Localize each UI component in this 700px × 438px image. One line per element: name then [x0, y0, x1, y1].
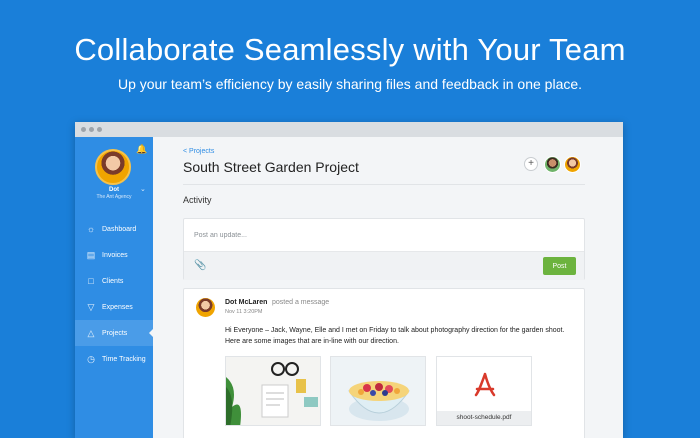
clock-icon: ◷ [87, 353, 95, 364]
sidebar: 🔔 Dot The Ant Agency ⌄ ☼ Dashboard ▤ Inv… [75, 137, 153, 438]
sidebar-item-label: Dashboard [102, 225, 137, 233]
sidebar-item-label: Expenses [102, 303, 133, 311]
avatar[interactable] [564, 156, 581, 173]
sidebar-item-projects[interactable]: △ Projects [75, 320, 153, 346]
sidebar-item-time-tracking[interactable]: ◷ Time Tracking [75, 346, 153, 372]
flask-icon: △ [87, 327, 95, 338]
sidebar-nav: ☼ Dashboard ▤ Invoices □ Clients ▽ Expen… [75, 216, 153, 372]
file-name: shoot-schedule.pdf [437, 411, 531, 425]
post-composer: 📎 Post [183, 218, 585, 280]
window-control-dot[interactable] [81, 127, 86, 132]
sidebar-item-dashboard[interactable]: ☼ Dashboard [75, 216, 153, 242]
post-timestamp: Nov 11 3:20PM [225, 309, 263, 315]
post-action: posted a message [272, 299, 330, 306]
file-attachment[interactable]: shoot-schedule.pdf [436, 356, 532, 426]
expenses-icon: ▽ [87, 301, 95, 312]
sidebar-item-label: Clients [102, 277, 124, 285]
post-author[interactable]: Dot McLaren [225, 299, 267, 306]
activity-post: Dot McLaren posted a message Nov 11 3:20… [183, 288, 585, 438]
fruit-bowl-photo [331, 357, 425, 425]
window-titlebar [75, 122, 623, 137]
image-attachment[interactable] [225, 356, 321, 426]
sidebar-item-invoices[interactable]: ▤ Invoices [75, 242, 153, 268]
paperclip-icon[interactable]: 📎 [194, 260, 206, 271]
sidebar-item-label: Time Tracking [102, 355, 146, 363]
user-avatar[interactable] [95, 149, 131, 185]
post-button[interactable]: Post [543, 257, 576, 275]
sidebar-item-label: Invoices [102, 251, 128, 259]
user-org: The Ant Agency [96, 194, 132, 200]
composer-toolbar: 📎 Post [184, 251, 584, 280]
invoice-icon: ▤ [86, 249, 96, 260]
post-update-input[interactable] [184, 219, 584, 251]
hero-subtitle: Up your team’s efficiency by easily shar… [117, 76, 583, 92]
sidebar-item-clients[interactable]: □ Clients [75, 268, 153, 294]
section-title: Activity [183, 195, 212, 205]
sidebar-item-label: Projects [102, 329, 128, 337]
app-window: 🔔 Dot The Ant Agency ⌄ ☼ Dashboard ▤ Inv… [75, 122, 623, 438]
add-member-button[interactable]: + [524, 157, 538, 171]
divider [183, 184, 585, 185]
avatar[interactable] [544, 156, 561, 173]
desk-photo [226, 357, 320, 425]
image-attachment[interactable] [330, 356, 426, 426]
post-body: Hi Everyone – Jack, Wayne, Elle and I me… [225, 327, 565, 345]
sidebar-item-expenses[interactable]: ▽ Expenses [75, 294, 153, 320]
main-content: < Projects South Street Garden Project +… [153, 137, 623, 438]
window-control-dot[interactable] [89, 127, 94, 132]
avatar[interactable] [196, 298, 215, 317]
pdf-icon [474, 372, 496, 397]
bell-icon[interactable]: 🔔 [136, 144, 147, 155]
sun-icon: ☼ [86, 224, 96, 234]
page-title: South Street Garden Project [183, 159, 359, 175]
client-icon: □ [88, 276, 94, 286]
window-control-dot[interactable] [97, 127, 102, 132]
hero-title: Collaborate Seamlessly with Your Team [74, 32, 626, 67]
breadcrumb[interactable]: < Projects [183, 148, 214, 155]
chevron-down-icon[interactable]: ⌄ [140, 185, 146, 193]
